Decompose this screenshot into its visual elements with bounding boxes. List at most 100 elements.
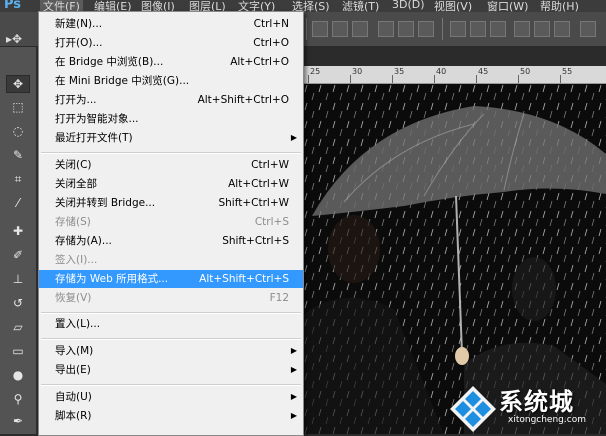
- pen-tool-icon[interactable]: ✒: [7, 413, 29, 429]
- menu-item-label: 签入(I)...: [55, 254, 98, 266]
- submenu-arrow-icon: ▶: [290, 133, 297, 142]
- menu-divider: [41, 312, 301, 314]
- distribute-middle-icon[interactable]: [470, 21, 486, 37]
- submenu-arrow-icon: ▶: [290, 392, 297, 401]
- menu-item-label: 打开为智能对象...: [55, 113, 139, 125]
- menu-item-label: 存储为 Web 所用格式...: [55, 273, 169, 285]
- ruler-tick: [560, 75, 561, 83]
- marquee-tool-icon[interactable]: ⬚: [7, 99, 29, 115]
- menu-item-label: 关闭并转到 Bridge...: [55, 197, 156, 209]
- menu-divider: [41, 384, 301, 386]
- distribute-center-icon[interactable]: [534, 21, 550, 37]
- menu-item-open[interactable]: 打开(O)... Ctrl+O: [39, 34, 303, 52]
- menu-item-automate[interactable]: 自动(U) ▶: [39, 388, 303, 406]
- menu-item-close[interactable]: 关闭(C) Ctrl+W: [39, 156, 303, 174]
- align-bottom-icon[interactable]: [352, 21, 368, 37]
- menu-item-export[interactable]: 导出(E) ▶: [39, 361, 303, 379]
- file-menu-dropdown: 新建(N)... Ctrl+N 打开(O)... Ctrl+O 在 Bridge 中…: [38, 11, 304, 436]
- gradient-tool-icon[interactable]: ▭: [7, 343, 29, 359]
- ruler-label: 50: [520, 67, 531, 76]
- align-center-icon[interactable]: [398, 21, 414, 37]
- distribute-bottom-icon[interactable]: [490, 21, 506, 37]
- brush-tool-icon[interactable]: ✐: [7, 247, 29, 263]
- history-brush-tool-icon[interactable]: ↺: [7, 295, 29, 311]
- menu-item-close-all[interactable]: 关闭全部 Alt+Ctrl+W: [39, 175, 303, 193]
- menu-divider: [41, 338, 301, 340]
- menu-item-revert: 恢复(V) F12: [39, 289, 303, 307]
- align-middle-icon[interactable]: [332, 21, 348, 37]
- ruler-label: 55: [562, 67, 573, 76]
- menu-item-label: 在 Bridge 中浏览(B)...: [55, 56, 164, 68]
- menu-item-save: 存储(S) Ctrl+S: [39, 213, 303, 231]
- menu-item-label: 关闭全部: [55, 178, 97, 190]
- submenu-arrow-icon: ▶: [290, 365, 297, 374]
- menu-item-shortcut: Shift+Ctrl+S: [222, 235, 289, 247]
- ruler-label: 25: [310, 67, 321, 76]
- menu-item-place[interactable]: 置入(L)...: [39, 315, 303, 333]
- crop-tool-icon[interactable]: ⌗: [7, 171, 29, 187]
- windows-logo-icon: [450, 386, 496, 432]
- ruler-tick: [434, 75, 435, 83]
- eraser-tool-icon[interactable]: ▱: [7, 319, 29, 335]
- menu-item-label: 置入(L)...: [55, 318, 101, 330]
- ruler-label: 30: [352, 67, 363, 76]
- menu-item-shortcut: Shift+Ctrl+W: [218, 197, 289, 209]
- menu-item-shortcut: Alt+Ctrl+O: [230, 56, 289, 68]
- menu-item-save-as[interactable]: 存储为(A)... Shift+Ctrl+S: [39, 232, 303, 250]
- ruler-label: 40: [436, 67, 447, 76]
- ruler-tick: [350, 75, 351, 83]
- menu-item-shortcut: Ctrl+N: [253, 18, 289, 30]
- quick-selection-tool-icon[interactable]: ✎: [7, 147, 29, 163]
- clone-stamp-tool-icon[interactable]: ⊥: [7, 271, 29, 287]
- menu-item-new[interactable]: 新建(N)... Ctrl+N: [39, 15, 303, 33]
- menu-divider: [41, 152, 301, 154]
- menu-item-shortcut: Ctrl+W: [251, 159, 289, 171]
- menu-3d[interactable]: 3D(D): [392, 0, 425, 11]
- menu-item-label: 脚本(R): [55, 410, 92, 422]
- menu-item-close-go-bridge[interactable]: 关闭并转到 Bridge... Shift+Ctrl+W: [39, 194, 303, 212]
- menu-item-label: 最近打开文件(T): [55, 132, 133, 144]
- align-right-icon[interactable]: [418, 21, 434, 37]
- ruler-tick: [308, 75, 309, 83]
- menu-item-label: 存储(S): [55, 216, 91, 228]
- distribute-top-icon[interactable]: [450, 21, 466, 37]
- menu-item-save-for-web[interactable]: 存储为 Web 所用格式... Alt+Shift+Ctrl+S: [39, 270, 303, 288]
- dodge-tool-icon[interactable]: ⚲: [7, 391, 29, 407]
- auto-align-icon[interactable]: [580, 21, 596, 37]
- ruler-tick: [518, 75, 519, 83]
- menu-item-recent-files[interactable]: 最近打开文件(T) ▶: [39, 129, 303, 147]
- menu-item-label: 自动(U): [55, 391, 92, 403]
- ruler-tick: [392, 75, 393, 83]
- menu-item-shortcut: Alt+Ctrl+W: [228, 178, 289, 190]
- align-left-icon[interactable]: [378, 21, 394, 37]
- move-tool-icon[interactable]: ✥: [6, 75, 30, 93]
- menu-item-import[interactable]: 导入(M) ▶: [39, 342, 303, 360]
- menu-item-open-smart-object[interactable]: 打开为智能对象...: [39, 110, 303, 128]
- horizontal-ruler: 25 30 35 40 45 50 55: [304, 66, 606, 84]
- eyedropper-tool-icon[interactable]: ⁄: [7, 195, 29, 211]
- menu-item-browse-mini-bridge[interactable]: 在 Mini Bridge 中浏览(G)...: [39, 72, 303, 90]
- healing-brush-tool-icon[interactable]: ✚: [7, 223, 29, 239]
- menu-item-open-as[interactable]: 打开为... Alt+Shift+Ctrl+O: [39, 91, 303, 109]
- align-top-icon[interactable]: [312, 21, 328, 37]
- menu-item-browse-bridge[interactable]: 在 Bridge 中浏览(B)... Alt+Ctrl+O: [39, 53, 303, 71]
- photoshop-logo: Ps: [4, 0, 22, 12]
- menu-item-label: 存储为(A)...: [55, 235, 112, 247]
- distribute-right-icon[interactable]: [554, 21, 570, 37]
- watermark: 系统城 xitongcheng.com: [448, 382, 606, 434]
- move-tool-preset-icon[interactable]: ▸✥: [6, 32, 22, 46]
- menu-item-shortcut: Alt+Shift+Ctrl+S: [199, 273, 289, 285]
- menu-item-shortcut: Ctrl+O: [253, 37, 289, 49]
- watermark-brand: 系统城: [499, 388, 574, 416]
- menu-item-shortcut: Ctrl+S: [254, 216, 289, 228]
- tools-panel: ✥ ⬚ ◌ ✎ ⌗ ⁄ ✚ ✐ ⊥ ↺ ▱ ▭ ● ⚲ ✒: [0, 47, 37, 434]
- lasso-tool-icon[interactable]: ◌: [7, 123, 29, 139]
- menu-item-label: 恢复(V): [55, 292, 92, 304]
- submenu-arrow-icon: ▶: [290, 346, 297, 355]
- menu-item-label: 导出(E): [55, 364, 91, 376]
- menu-item-scripts[interactable]: 脚本(R) ▶: [39, 407, 303, 425]
- blur-tool-icon[interactable]: ●: [7, 367, 29, 383]
- ruler-label: 45: [478, 67, 489, 76]
- distribute-left-icon[interactable]: [514, 21, 530, 37]
- menu-item-shortcut: Alt+Shift+Ctrl+O: [197, 94, 289, 106]
